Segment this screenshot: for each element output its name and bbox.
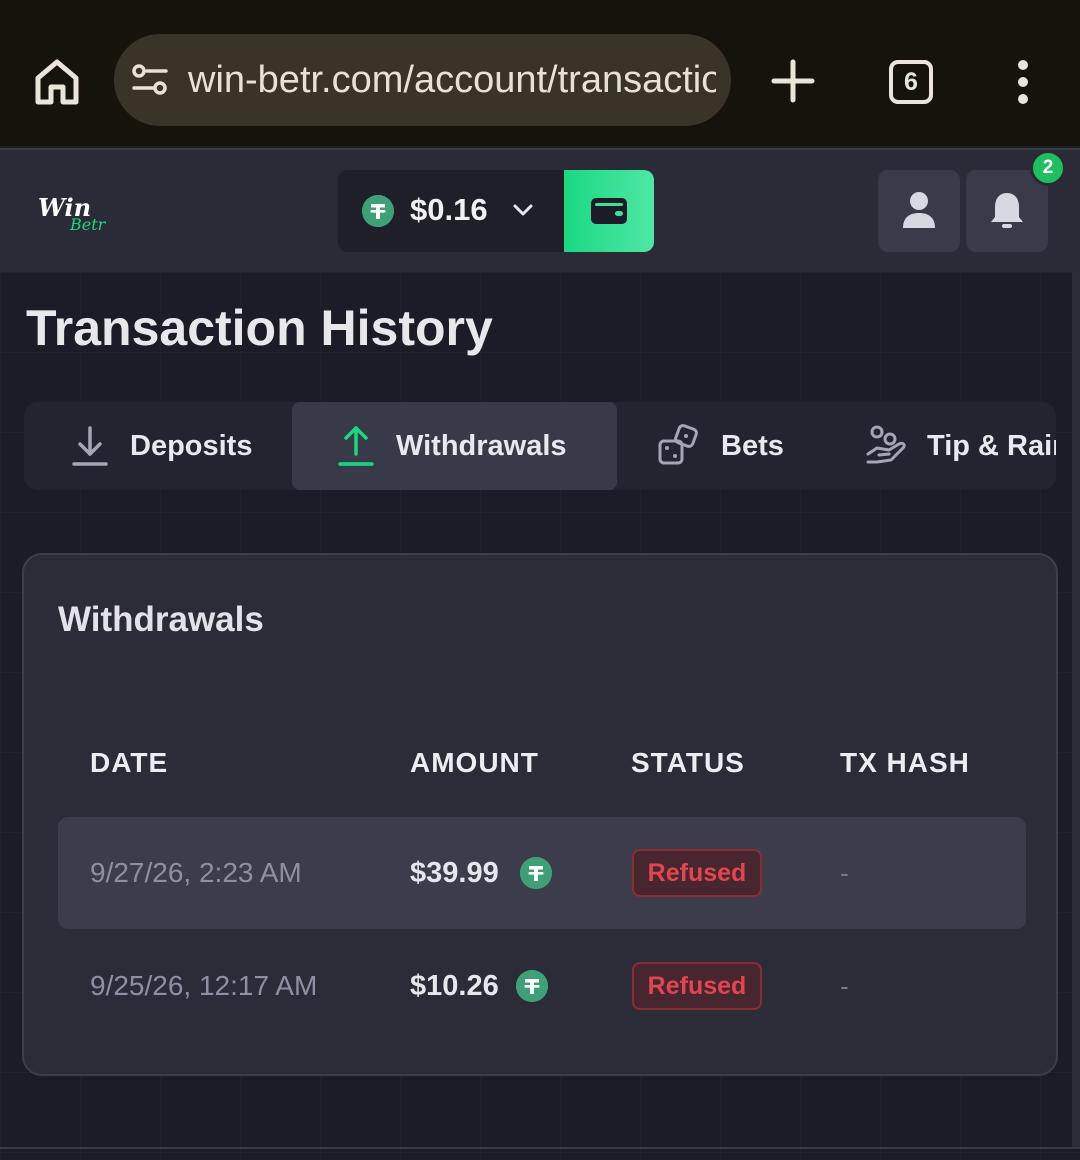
row-date: 9/25/26, 12:17 AM <box>90 970 318 1001</box>
tether-coin-icon <box>362 195 394 227</box>
winbetr-logo[interactable]: Win Betr <box>36 190 126 236</box>
table-row: 9/25/26, 12:17 AM $10.26 Refused - <box>58 930 1026 1042</box>
balance-selector[interactable]: $0.16 <box>338 170 654 252</box>
user-icon <box>903 192 935 228</box>
transaction-tabs: Deposits Withdrawals Bets Tip & Rain <box>24 402 1056 490</box>
withdrawals-card: Withdrawals DATE AMOUNT STATUS TX HASH 9… <box>22 553 1058 1076</box>
tab-switcher-button[interactable]: 6 <box>889 60 933 104</box>
home-icon[interactable] <box>30 54 84 108</box>
svg-text:Betr: Betr <box>69 215 107 234</box>
row-amount: $39.99 <box>410 857 499 889</box>
wallet-icon <box>591 198 627 224</box>
row-tx-hash: - <box>840 858 849 888</box>
main-content: Transaction History Deposits Withdrawals… <box>0 272 1080 1160</box>
column-header-status: STATUS <box>631 747 745 778</box>
tab-bets[interactable]: Bets <box>617 402 837 490</box>
chevron-down-icon[interactable] <box>512 199 534 221</box>
url-text[interactable]: win-betr.com/account/transactions <box>188 52 716 108</box>
tab-withdrawals-label: Withdrawals <box>396 430 567 462</box>
notifications-button[interactable] <box>966 170 1048 252</box>
dice-icon <box>657 424 701 468</box>
bell-icon <box>991 193 1023 228</box>
upload-icon <box>334 424 378 468</box>
tab-tip-rain-label: Tip & Rain <box>927 430 1056 462</box>
site-settings-icon[interactable] <box>132 64 168 96</box>
column-header-date: DATE <box>90 747 169 778</box>
divider <box>0 1147 1080 1149</box>
tab-bets-label: Bets <box>721 430 784 462</box>
scrollbar[interactable] <box>1072 272 1080 1147</box>
address-bar[interactable]: win-betr.com/account/transactions <box>114 34 731 126</box>
column-header-amount: AMOUNT <box>410 747 539 778</box>
withdrawals-title: Withdrawals <box>58 600 264 639</box>
status-badge: Refused <box>632 849 762 897</box>
tab-deposits-label: Deposits <box>130 430 253 462</box>
download-icon <box>68 424 112 468</box>
tab-tip-rain[interactable]: Tip & Rain <box>837 402 1056 490</box>
column-header-tx-hash: TX HASH <box>840 747 970 778</box>
browser-toolbar: win-betr.com/account/transactions 6 <box>0 0 1080 146</box>
tab-withdrawals[interactable]: Withdrawals <box>292 402 617 490</box>
more-menu-icon[interactable] <box>1010 60 1036 104</box>
wallet-button[interactable] <box>564 170 654 252</box>
site-header: Win Betr $0.16 <box>0 148 1080 272</box>
hand-coins-icon <box>865 424 909 468</box>
table-row: 9/27/26, 2:23 AM $39.99 Refused - <box>58 817 1026 929</box>
tether-coin-icon <box>516 970 548 1002</box>
tether-coin-icon <box>520 857 552 889</box>
notification-count-badge: 2 <box>1030 150 1066 186</box>
profile-button[interactable] <box>878 170 960 252</box>
tab-deposits[interactable]: Deposits <box>24 402 292 490</box>
row-tx-hash: - <box>840 971 849 1001</box>
row-date: 9/27/26, 2:23 AM <box>90 857 302 888</box>
balance-amount: $0.16 <box>410 192 488 227</box>
status-badge: Refused <box>632 962 762 1010</box>
page-title: Transaction History <box>26 300 493 356</box>
row-amount: $10.26 <box>410 970 499 1002</box>
new-tab-icon[interactable] <box>770 58 816 104</box>
